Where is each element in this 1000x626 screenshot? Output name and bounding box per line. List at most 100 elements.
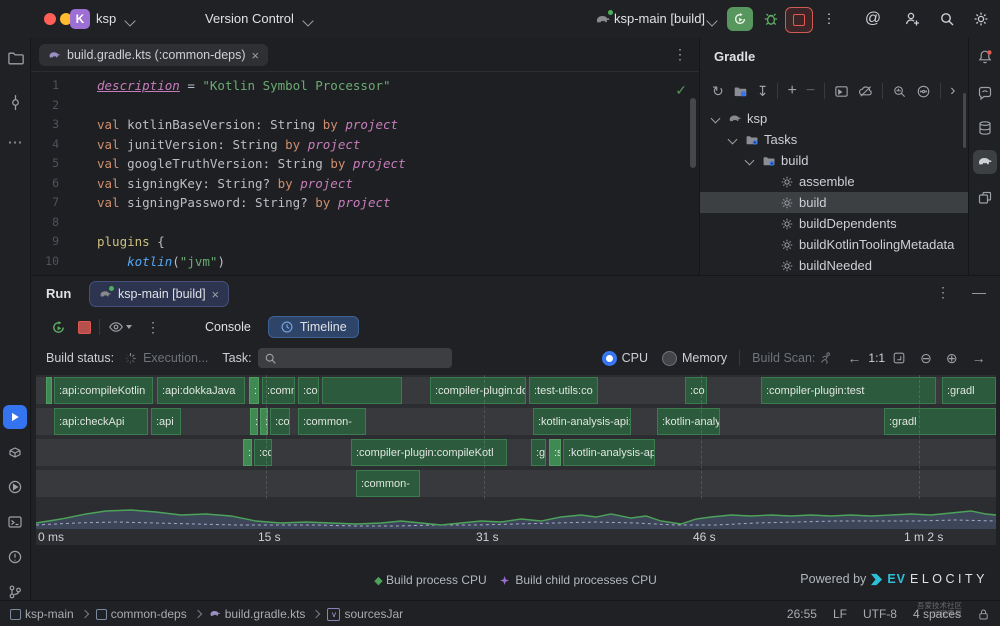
task-bar[interactable]: :c	[243, 439, 252, 466]
run-tool-window-icon[interactable]	[3, 405, 27, 429]
task-bar[interactable]: :common-	[298, 408, 366, 435]
task-bar[interactable]	[322, 377, 402, 404]
gradle-scrollbar[interactable]	[963, 93, 966, 148]
breadcrumb-module[interactable]: common-deps	[96, 607, 187, 621]
filter-eye-icon[interactable]	[108, 319, 132, 335]
close-tab-icon[interactable]: ×	[252, 48, 260, 63]
task-bar[interactable]: :api:checkApi	[54, 408, 148, 435]
toolbar-kebab-icon[interactable]: ⋮	[146, 319, 160, 336]
zoom-reset[interactable]: 1:1	[868, 351, 885, 365]
task-bar[interactable]: :compiler-plugin:test	[761, 377, 936, 404]
services-icon[interactable]	[3, 475, 27, 499]
zoom-out-icon[interactable]: ⊖	[920, 350, 932, 367]
panel-kebab-icon[interactable]: ⋮	[936, 284, 950, 301]
task-bar[interactable]: :gradl	[942, 377, 996, 404]
task-bar[interactable]: :c	[250, 408, 258, 435]
task-bar[interactable]: :test-utils:co	[529, 377, 598, 404]
dependencies-icon[interactable]	[973, 186, 997, 210]
editor-kebab-icon[interactable]: ⋮	[673, 46, 687, 63]
close-window-button[interactable]	[44, 13, 56, 25]
ai-assistant-at-icon[interactable]: @	[862, 8, 884, 30]
tab-console[interactable]: Console	[194, 317, 262, 337]
inspection-ok-icon[interactable]: ✓	[675, 82, 687, 99]
expand-chevron-icon[interactable]	[745, 156, 755, 166]
zoom-in-icon[interactable]: ⊕	[946, 350, 958, 367]
project-folder-icon[interactable]	[3, 46, 27, 70]
ai-assistant-icon[interactable]	[973, 81, 997, 105]
debug-button[interactable]	[760, 8, 782, 30]
run-configuration-selector[interactable]: ksp-main [build]	[614, 11, 705, 26]
task-bar[interactable]	[46, 377, 52, 404]
rerun-button[interactable]	[727, 7, 753, 31]
expand-chevron-icon[interactable]	[728, 135, 738, 145]
task-bar[interactable]: :kotlin-analys	[657, 408, 720, 435]
task-bar[interactable]: :	[249, 377, 259, 404]
gradle-tree-item-ksp[interactable]: ksp	[700, 108, 968, 129]
problems-icon[interactable]	[3, 545, 27, 569]
stop-icon[interactable]	[78, 321, 91, 334]
gradle-tree-item-build[interactable]: build	[700, 192, 968, 213]
rerun-icon[interactable]	[51, 320, 66, 335]
settings-gear-icon[interactable]	[970, 8, 992, 30]
editor-tab[interactable]: build.gradle.kts (:common-deps) ×	[39, 44, 268, 66]
breadcrumb-module[interactable]: ksp-main	[10, 607, 74, 621]
file-encoding[interactable]: UTF-8	[863, 607, 897, 621]
task-bar[interactable]: :compiler-plugin:do	[430, 377, 526, 404]
editor-scrollbar[interactable]	[690, 98, 696, 168]
close-tab-icon[interactable]: ×	[212, 287, 220, 302]
gradle-tool-window-icon[interactable]	[973, 150, 997, 174]
breadcrumb-file[interactable]: build.gradle.kts	[209, 607, 306, 621]
search-icon[interactable]	[936, 8, 958, 30]
task-bar[interactable]: :co	[270, 408, 290, 435]
minimize-panel-icon[interactable]: —	[972, 284, 986, 301]
more-actions-kebab-icon[interactable]: ⋮	[818, 8, 840, 30]
task-bar[interactable]: :co	[298, 377, 319, 404]
add-user-icon[interactable]	[901, 8, 923, 30]
lock-icon[interactable]	[977, 608, 990, 621]
project-badge[interactable]: K	[70, 9, 90, 29]
gradle-tree-item-buildKotlinToolingMetadata[interactable]: buildKotlinToolingMetadata	[700, 234, 968, 255]
profiler-search-icon[interactable]	[892, 84, 907, 99]
gradle-tree-item-buildDependents[interactable]: buildDependents	[700, 213, 968, 234]
notifications-bell-icon[interactable]	[973, 45, 997, 69]
more-tool-windows-icon[interactable]: ⋯	[3, 130, 27, 154]
caret-position[interactable]: 26:55	[787, 607, 817, 621]
task-bar[interactable]: :api:compileKotlin	[54, 377, 153, 404]
project-name-menu[interactable]: ksp	[96, 11, 116, 26]
gradle-tree-item-build[interactable]: build	[700, 150, 968, 171]
gradle-source-sets-icon[interactable]	[733, 84, 748, 99]
task-bar[interactable]: :s	[549, 439, 561, 466]
tab-timeline[interactable]: Timeline	[268, 316, 359, 338]
task-bar[interactable]: :co	[685, 377, 707, 404]
task-search-input[interactable]	[258, 348, 452, 368]
code-area[interactable]: 1description = "Kotlin Symbol Processor"…	[31, 76, 699, 271]
gradle-tree-item-assemble[interactable]: assemble	[700, 171, 968, 192]
task-bar[interactable]: :cc	[254, 439, 272, 466]
fit-to-window-icon[interactable]	[892, 351, 906, 365]
gradle-tree-item-buildNeeded[interactable]: buildNeeded	[700, 255, 968, 276]
task-bar[interactable]: :gradl	[884, 408, 996, 435]
breadcrumb-task[interactable]: vsourcesJar	[327, 607, 403, 621]
more-chevron-icon[interactable]: ›	[950, 82, 955, 100]
cpu-radio[interactable]: CPU	[602, 351, 648, 366]
commit-icon[interactable]	[3, 90, 27, 114]
stop-button[interactable]	[785, 7, 813, 33]
run-config-tab[interactable]: ksp-main [build] ×	[89, 281, 229, 307]
expand-chevron-icon[interactable]	[711, 114, 721, 124]
database-icon[interactable]	[973, 116, 997, 140]
build-tool-window-icon[interactable]	[3, 440, 27, 464]
task-bar[interactable]: :gr	[531, 439, 546, 466]
sync-gradle-icon[interactable]: ↻	[712, 83, 724, 100]
gradle-tree-item-Tasks[interactable]: Tasks	[700, 129, 968, 150]
offline-mode-icon[interactable]	[858, 84, 873, 99]
task-bar[interactable]: :kotlin-analysis-ap	[563, 439, 655, 466]
memory-radio[interactable]: Memory	[662, 351, 727, 366]
gradle-settings-icon[interactable]	[916, 84, 931, 99]
download-sources-icon[interactable]: ↧	[757, 83, 769, 100]
add-icon[interactable]: +	[787, 82, 796, 100]
execute-task-icon[interactable]	[834, 84, 849, 99]
task-bar[interactable]: :kotlin-analysis-api:c	[533, 408, 631, 435]
task-bar[interactable]: :api:dokkaJava	[157, 377, 245, 404]
scroll-left-icon[interactable]: ←	[847, 350, 861, 366]
scroll-right-icon[interactable]: →	[972, 350, 986, 366]
